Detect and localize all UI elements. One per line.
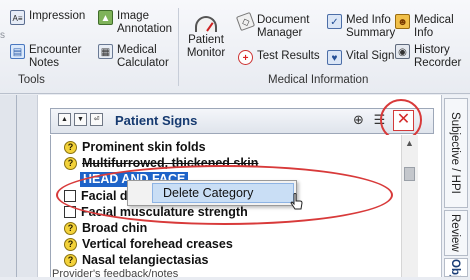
ribbon-group-separator xyxy=(178,8,179,86)
move-up-button[interactable]: ▲ xyxy=(58,113,71,126)
document-manager-label: Document Manager xyxy=(257,14,310,39)
question-icon: ? xyxy=(64,140,77,154)
question-icon: ? xyxy=(64,253,77,267)
impression-button[interactable]: A≡ Impression xyxy=(10,10,85,25)
scrollbar-thumb[interactable] xyxy=(404,167,415,181)
footer-note: Provider's feedback/notes xyxy=(52,268,179,280)
test-results-icon: + xyxy=(238,50,253,65)
document-manager-button[interactable]: ◇ Document Manager xyxy=(235,11,310,40)
medical-calculator-button[interactable]: ▦ Medical Calculator xyxy=(98,44,169,70)
list-item[interactable]: ? Vertical forehead creases xyxy=(64,236,233,252)
tab-objective[interactable]: Objective xyxy=(444,258,468,277)
mouse-pointer-icon xyxy=(290,193,303,210)
question-icon: ? xyxy=(64,237,77,251)
move-down-button[interactable]: ▼ xyxy=(74,113,87,126)
encounter-notes-label: Encounter Notes xyxy=(29,44,82,69)
test-results-label: Test Results xyxy=(257,50,320,62)
patient-monitor-button[interactable]: Patient Monitor xyxy=(183,16,229,60)
list-scrollbar[interactable] xyxy=(401,135,418,277)
list-item[interactable]: ? Broad chin xyxy=(64,220,147,236)
tab-review[interactable]: Review xyxy=(444,210,468,256)
impression-icon: A≡ xyxy=(10,10,25,25)
insert-button[interactable]: ⏎ xyxy=(90,113,103,126)
tools-group-label: Tools xyxy=(18,74,45,86)
ribbon-left-edge: s xyxy=(0,30,5,41)
calculator-icon: ▦ xyxy=(98,44,113,59)
med-info-summary-icon: ✓ xyxy=(327,14,342,29)
list-item-label: Prominent skin folds xyxy=(82,140,206,154)
list-item[interactable]: ? Nasal telangiectasias xyxy=(64,252,208,268)
medical-info-icon: ☻ xyxy=(395,14,410,29)
list-item-label: Nasal telangiectasias xyxy=(82,253,209,267)
scroll-up-arrow-icon[interactable]: ▲ xyxy=(401,138,418,152)
list-item-label: Broad chin xyxy=(82,221,148,235)
gauge-icon xyxy=(195,16,217,32)
patient-monitor-label: Patient Monitor xyxy=(186,34,226,59)
document-manager-icon: ◇ xyxy=(235,11,256,32)
med-info-summary-button[interactable]: ✓ Med Info Summary xyxy=(327,14,395,40)
vital-sign-button[interactable]: ♥ Vital Sign xyxy=(327,50,394,65)
medical-info-button[interactable]: ☻ Medical Info xyxy=(395,14,454,40)
encounter-notes-button[interactable]: ▤ Encounter Notes xyxy=(10,44,81,70)
vital-sign-icon: ♥ xyxy=(327,50,342,65)
vital-sign-label: Vital Sign xyxy=(346,50,395,62)
image-annotation-button[interactable]: ▲ Image Annotation xyxy=(98,10,172,36)
question-icon: ? xyxy=(64,221,77,235)
medical-information-group-label: Medical Information xyxy=(268,74,369,86)
tab-subjective-hpi[interactable]: Subjective / HPI xyxy=(444,98,468,208)
panel-title: Patient Signs xyxy=(115,113,198,128)
list-item[interactable]: ? Prominent skin folds xyxy=(64,139,206,155)
impression-label: Impression xyxy=(29,10,86,22)
medical-calculator-label: Medical Calculator xyxy=(117,44,169,69)
image-annotation-label: Image Annotation xyxy=(117,10,172,35)
test-results-button[interactable]: + Test Results xyxy=(238,50,320,65)
medical-info-label: Medical Info xyxy=(414,14,454,39)
left-gutter xyxy=(0,95,38,277)
zoom-icon[interactable]: ⊕ xyxy=(349,110,368,129)
history-recorder-button[interactable]: ◉ History Recorder xyxy=(395,44,461,70)
med-info-summary-label: Med Info Summary xyxy=(346,14,396,39)
history-recorder-label: History Recorder xyxy=(414,44,462,69)
image-annotation-icon: ▲ xyxy=(98,10,113,25)
annotation-highlight-oval xyxy=(56,165,393,225)
encounter-notes-icon: ▤ xyxy=(10,44,25,59)
list-item-label: Vertical forehead creases xyxy=(82,237,233,251)
history-recorder-icon: ◉ xyxy=(395,44,410,59)
left-gutter-divider xyxy=(16,95,17,277)
question-icon: ? xyxy=(64,156,77,170)
